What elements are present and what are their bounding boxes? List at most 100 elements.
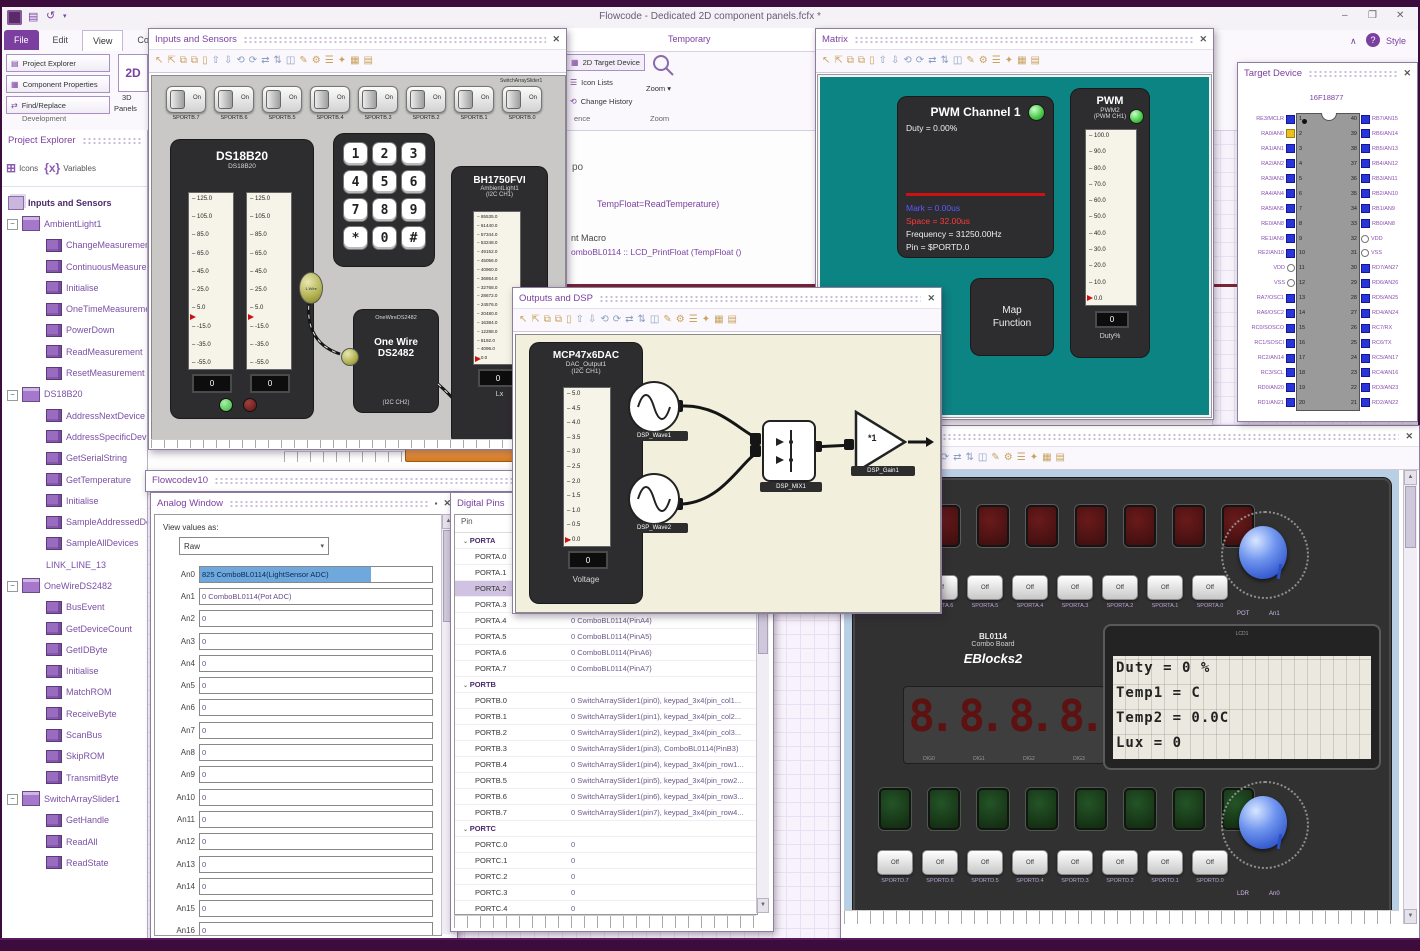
switch-button[interactable]: Off (922, 850, 958, 875)
toolbar-icon[interactable]: ⇅ (638, 315, 646, 325)
analog-value-field[interactable]: 0 (199, 900, 433, 918)
analog-window-titlebar[interactable]: Analog Window ▪ ✕ (151, 493, 457, 513)
analog-value-field[interactable]: 0 (199, 922, 433, 935)
chip-pin[interactable]: RA0/AN0 2 (1242, 129, 1312, 139)
close-icon[interactable]: ✕ (927, 293, 935, 304)
collapse-ribbon-icon[interactable]: ∧ (1350, 36, 1357, 47)
toolbar-icon[interactable]: ⧉ (191, 56, 198, 66)
tree-item[interactable]: −OneTimeMeasurement (2, 298, 147, 319)
analog-value-field[interactable]: 0 (199, 610, 433, 628)
chip-pin[interactable]: RD7/AN27 30 (1344, 263, 1413, 273)
digital-pin-row[interactable]: PORTB.3 0 SwitchArraySlider1(pin3), Combo… (455, 741, 757, 757)
toolbar-icon[interactable]: ⇧ (576, 315, 584, 325)
chip-pin[interactable]: RB7/AN15 40 (1344, 114, 1413, 124)
chip-pin[interactable]: RB0/AN8 33 (1344, 219, 1413, 229)
tree-item[interactable]: −ReadState (2, 852, 147, 873)
chip-pin[interactable]: RC6/TX 25 (1344, 338, 1413, 348)
switch-button[interactable]: Off (967, 575, 1003, 600)
close-icon[interactable]: ✕ (1199, 34, 1207, 45)
toolbar-icon[interactable]: ◫ (650, 315, 659, 325)
tree-item[interactable]: −ReadMeasurement (2, 341, 147, 362)
chip-pin[interactable]: RA7/OSC1 13 (1242, 293, 1312, 303)
chip-pin[interactable]: VSS 12 (1242, 279, 1312, 288)
tree-item[interactable]: −ContinuousMeasurement (2, 256, 147, 277)
panel-menu-icon[interactable]: ▪ (435, 499, 438, 508)
port-switch[interactable]: Off SPORTD.7 (877, 850, 913, 884)
pwm-gauge-block[interactable]: PWM PWM2 (PWM CH1) 100.090.080.070.060.0… (1071, 89, 1149, 357)
chip-pin[interactable]: RC5/AN17 24 (1344, 353, 1413, 363)
port-switch[interactable]: Off SPORTA.0 (1192, 575, 1228, 609)
digital-pin-row[interactable]: PORTA.4 0 ComboBL0114(PinA4) (455, 613, 757, 629)
toolbar-icon[interactable]: ✦ (338, 56, 346, 66)
toolbar-icon[interactable]: ▦ (350, 56, 359, 66)
toolbar-icon[interactable]: ✎ (991, 453, 999, 463)
toolbar-icon[interactable]: ✦ (702, 315, 710, 325)
digital-pin-row[interactable]: PORTC.3 0 (455, 885, 757, 901)
tree-item[interactable]: −BusEvent (2, 597, 147, 618)
analog-value-field[interactable]: 0 ComboBL0114(Pot ADC) (199, 587, 433, 605)
ldr-knob[interactable] (1221, 781, 1309, 869)
toolbar-icon[interactable]: ▦ (1017, 56, 1026, 66)
toolbar-icon[interactable]: ⇄ (928, 56, 936, 66)
tree-item[interactable]: − SwitchArraySlider1 (2, 788, 147, 809)
switch-button[interactable]: Off (1012, 575, 1048, 600)
chip-pin[interactable]: RC2/AN14 17 (1242, 353, 1312, 363)
toolbar-icon[interactable]: ⧉ (847, 56, 854, 66)
toolbar-icon[interactable]: ⟳ (941, 453, 949, 463)
toolbar-icon[interactable]: ✎ (663, 315, 671, 325)
close-icon[interactable]: ✕ (552, 34, 560, 45)
digital-pin-row[interactable]: PORTB.2 0 SwitchArraySlider1(pin2), keypa… (455, 725, 757, 741)
quick-access-arrow-icon[interactable]: ▾ (63, 12, 67, 20)
toolbar-icon[interactable]: ▤ (1056, 453, 1065, 463)
chip-pin[interactable]: RC7/RX 26 (1344, 323, 1413, 333)
switch-button[interactable]: Off (1102, 850, 1138, 875)
tree-item[interactable]: −ReceiveByte (2, 703, 147, 724)
outputs-panel-titlebar[interactable]: Outputs and DSP ✕ (513, 288, 941, 308)
toolbar-icon[interactable]: ⚙ (979, 56, 988, 66)
toolbar-icon[interactable]: ⇄ (261, 56, 269, 66)
chip-pin[interactable]: RC4/AN16 23 (1344, 368, 1413, 378)
tree-expander-icon[interactable]: − (7, 794, 18, 806)
analog-value-field[interactable]: 825 ComboBL0114(LightSensor ADC) (199, 565, 433, 583)
digital-pin-row[interactable]: PORTC.4 0 (455, 901, 757, 914)
toolbar-icon[interactable]: ⟳ (916, 56, 924, 66)
onewire-bead-small[interactable] (341, 348, 359, 366)
ribbon-button[interactable]: ⇄ Find/Replace (6, 96, 110, 114)
chip-pin[interactable]: VSS 31 (1344, 249, 1413, 258)
minimize-button[interactable]: – (1342, 10, 1348, 21)
toolbar-icon[interactable]: ✦ (1030, 453, 1038, 463)
switch-button[interactable]: Off (1102, 575, 1138, 600)
board-vscrollbar[interactable]: ▲ ▼ (1403, 470, 1417, 924)
restore-button[interactable]: ❐ (1368, 10, 1377, 21)
digital-hscrollbar[interactable] (454, 915, 756, 928)
switch-button[interactable]: Off (877, 850, 913, 875)
switch-button[interactable]: Off (1147, 575, 1183, 600)
analog-value-field[interactable]: 0 (199, 788, 433, 806)
tree-item[interactable]: − DS18B20 (2, 384, 147, 405)
chip-pin[interactable]: RD6/AN26 29 (1344, 278, 1413, 288)
chip-pin[interactable]: RE2/AN10 10 (1242, 248, 1312, 258)
tree-expander-icon[interactable]: − (7, 219, 18, 231)
chip-pin[interactable]: RE3/MCLR 1 (1242, 114, 1312, 124)
digital-pin-row[interactable]: PORTA.7 0 ComboBL0114(PinA7) (455, 661, 757, 677)
digital-pin-row[interactable]: PORTB.6 0 SwitchArraySlider1(pin6), keypa… (455, 789, 757, 805)
scroll-thumb[interactable] (1405, 486, 1416, 548)
tree-item[interactable]: −ScanBus (2, 724, 147, 745)
switch-button[interactable]: Off (1147, 850, 1183, 875)
toolbar-icon[interactable]: ▦ (714, 315, 723, 325)
chip-pin[interactable]: RC0/SOSCO 15 (1242, 323, 1312, 333)
digital-pin-row[interactable]: PORTC.1 0 (455, 853, 757, 869)
toolbar-icon[interactable]: ⇱ (834, 56, 842, 66)
toolbar-icon[interactable]: ⇧ (879, 56, 887, 66)
tree-item[interactable]: −LINK_LINE_13 (2, 554, 147, 575)
toolbar-icon[interactable]: ✎ (966, 56, 974, 66)
toolbar-icon[interactable]: ▤ (1031, 56, 1040, 66)
chip-pin[interactable]: VDD 32 (1344, 234, 1413, 243)
digital-pin-row[interactable]: PORTC.2 0 (455, 869, 757, 885)
toolbar-icon[interactable]: ⇩ (224, 56, 232, 66)
pot-knob[interactable] (1221, 511, 1309, 599)
port-switch[interactable]: Off SPORTD.5 (967, 850, 1003, 884)
ribbon-button[interactable]: ▦ Component Properties (6, 75, 110, 93)
toolbar-icon[interactable]: ↖ (519, 315, 527, 325)
digital-pin-row[interactable]: PORTB.0 0 SwitchArraySlider1(pin0), keypa… (455, 693, 757, 709)
